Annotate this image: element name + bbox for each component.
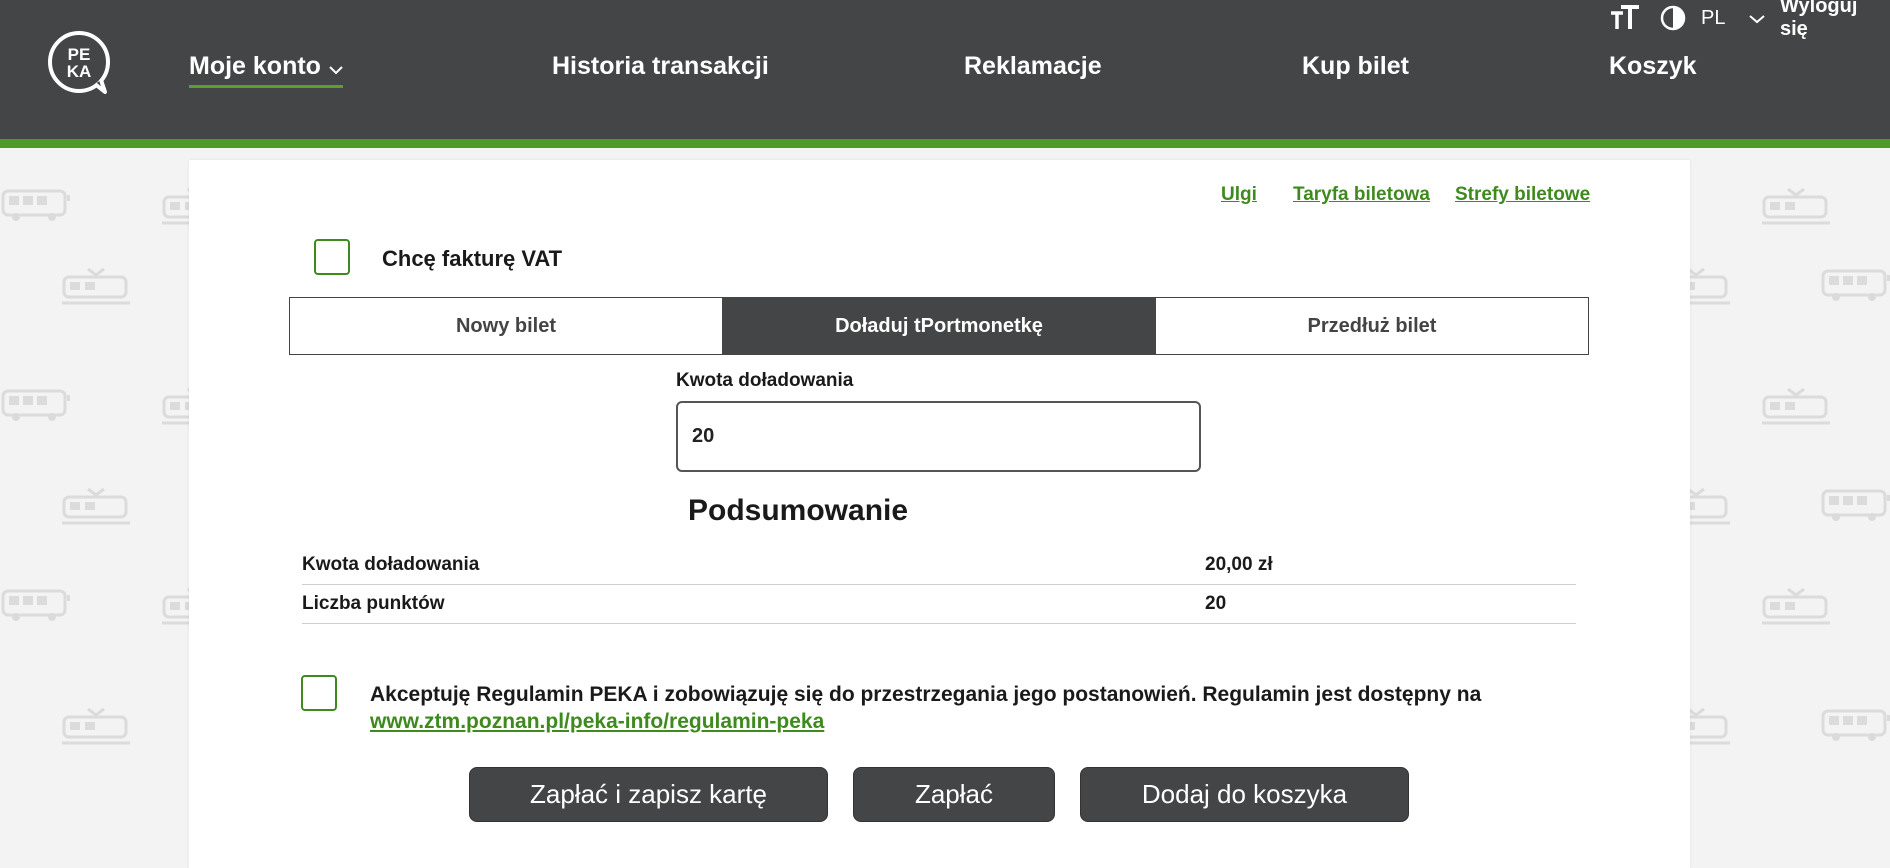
amount-field-label: Kwota doładowania	[676, 370, 854, 391]
summary-key: Liczba punktów	[302, 593, 445, 614]
summary-row: Kwota doładowania 20,00 zł	[302, 547, 1576, 585]
tab-przedluz-bilet[interactable]: Przedłuż bilet	[1155, 298, 1588, 354]
link-strefy-biletowe[interactable]: Strefy biletowe	[1455, 184, 1590, 206]
contrast-icon[interactable]	[1660, 4, 1686, 32]
pay-and-save-card-button[interactable]: Zapłać i zapisz kartę	[469, 767, 828, 822]
terms-checkbox[interactable]	[301, 675, 337, 711]
nav-koszyk[interactable]: Koszyk	[1609, 52, 1697, 81]
link-ulgi[interactable]: Ulgi	[1221, 184, 1257, 206]
terms-label: Akceptuję Regulamin PEKA i zobowiązuję s…	[370, 683, 1482, 706]
nav-kup-bilet[interactable]: Kup bilet	[1302, 52, 1409, 81]
nav-historia-transakcji[interactable]: Historia transakcji	[552, 52, 769, 81]
summary-value: 20,00 zł	[1205, 554, 1273, 575]
summary-title: Podsumowanie	[688, 494, 909, 527]
tab-doladuj-tportmonetke[interactable]: Doładuj tPortmonetkę	[722, 298, 1155, 354]
topup-card: Ulgi Taryfa biletowa Strefy biletowe Chc…	[189, 160, 1690, 868]
pay-button[interactable]: Zapłać	[853, 767, 1055, 822]
tab-nowy-bilet[interactable]: Nowy bilet	[290, 298, 722, 354]
summary-key: Kwota doładowania	[302, 554, 480, 575]
vat-invoice-label: Chcę fakturę VAT	[382, 246, 563, 271]
text-size-icon[interactable]	[1609, 4, 1641, 32]
top-navigation-bar: PE KA Moje konto Historia transakcji Rek…	[0, 0, 1890, 139]
add-to-cart-button[interactable]: Dodaj do koszyka	[1080, 767, 1409, 822]
language-label: PL	[1701, 6, 1726, 29]
amount-input[interactable]	[690, 424, 1187, 449]
terms-regulamin-link[interactable]: www.ztm.poznan.pl/peka-info/regulamin-pe…	[370, 710, 824, 733]
link-taryfa-biletowa[interactable]: Taryfa biletowa	[1293, 184, 1430, 206]
header-accent-stripe	[0, 139, 1890, 148]
vat-invoice-checkbox[interactable]	[314, 239, 350, 275]
summary-value: 20	[1205, 593, 1227, 614]
nav-moje-konto-label: Moje konto	[189, 52, 321, 80]
terms-text: Akceptuję Regulamin PEKA i zobowiązuję s…	[370, 681, 1570, 735]
summary-row: Liczba punktów 20	[302, 586, 1576, 624]
chevron-down-icon	[1749, 7, 1766, 30]
nav-reklamacje[interactable]: Reklamacje	[964, 52, 1102, 81]
amount-input-wrapper	[676, 401, 1201, 472]
logout-link[interactable]: Wyloguj się	[1780, 0, 1890, 40]
language-selector[interactable]: PL	[1701, 4, 1766, 32]
chevron-down-icon	[329, 53, 343, 82]
ticket-tabs: Nowy bilet Doładuj tPortmonetkę Przedłuż…	[289, 297, 1589, 355]
peka-logo[interactable]: PE KA	[47, 30, 113, 96]
svg-text:KA: KA	[67, 62, 92, 81]
nav-moje-konto[interactable]: Moje konto	[189, 52, 343, 88]
